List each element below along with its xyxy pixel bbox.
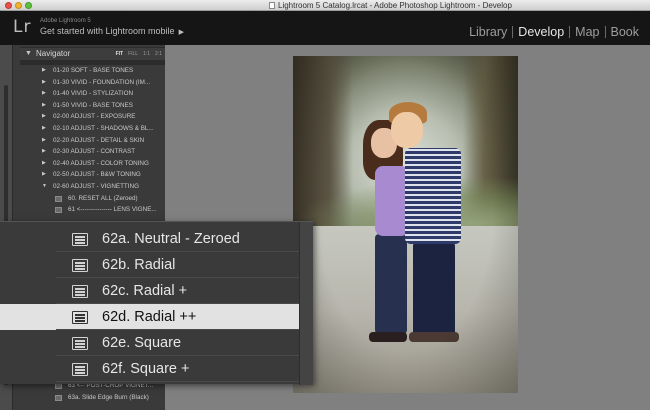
navigator-zoom-options: FIT FILL 1:1 2:1 — [116, 51, 162, 57]
collapsed-triangle-icon[interactable]: ▶ — [42, 102, 46, 108]
row-divider — [56, 381, 299, 382]
zoomed-preset-label: 62b. Radial — [102, 257, 176, 273]
collapsed-triangle-icon[interactable]: ▶ — [42, 79, 46, 85]
collapsed-triangle-icon[interactable]: ▶ — [42, 160, 46, 166]
preset-folder[interactable]: ▶ 02-40 ADJUST - COLOR TONING — [20, 158, 162, 170]
preset-label: 61 <--------------- LENS VIGNE... — [68, 206, 157, 214]
module-library[interactable]: Library — [464, 25, 512, 39]
navigator-zoom-fill[interactable]: FILL — [128, 51, 138, 57]
collapsed-triangle-icon[interactable]: ▶ — [42, 137, 46, 143]
preset-label: 02-20 ADJUST - DETAIL & SKIN — [53, 136, 145, 144]
preset-folder[interactable]: ▶ 01-50 VIVID - BASE TONES — [20, 100, 162, 112]
preset-folder[interactable]: ▶ 01-40 VIVID - STYLIZATION — [20, 88, 162, 100]
preset-folder[interactable]: ▶ 01-20 SOFT - BASE TONES — [20, 65, 162, 77]
mac-title-bar: Lightroom 5 Catalog.lrcat - Adobe Photos… — [0, 0, 650, 11]
preset-folder[interactable]: ▶ 02-50 ADJUST - B&W TONING — [20, 169, 162, 181]
module-picker: Library Develop Map Book — [464, 24, 644, 40]
preset-label: 02-30 ADJUST - CONTRAST — [53, 148, 136, 156]
window-title: Lightroom 5 Catalog.lrcat - Adobe Photos… — [278, 1, 512, 10]
collapsed-triangle-icon[interactable]: ▶ — [42, 113, 46, 119]
zoomed-preset-label: 62f. Square + — [102, 361, 190, 377]
preset-label: 02-10 ADJUST - SHADOWS & BL... — [53, 124, 154, 132]
preset-label: 02-60 ADJUST - VIGNETTING — [53, 182, 139, 190]
expanded-triangle-icon[interactable]: ▼ — [42, 183, 47, 189]
presets-list: ▶ 01-20 SOFT - BASE TONES ▶ 01-30 VIVID - F… — [20, 65, 162, 216]
navigator-zoom-1-1[interactable]: 1:1 — [143, 51, 150, 57]
zoomed-preset-item[interactable]: 62f. Square + — [0, 356, 299, 382]
zoomed-preset-item[interactable]: 62d. Radial ++ — [0, 304, 299, 330]
app-version-label: Adobe Lightroom 5 — [40, 18, 91, 24]
preset-item[interactable]: 61 <--------------- LENS VIGNE... — [20, 204, 162, 216]
preset-folder[interactable]: ▶ 02-00 ADJUST - EXPOSURE — [20, 111, 162, 123]
document-icon — [269, 2, 275, 9]
zoomed-preset-item[interactable]: 62b. Radial — [0, 252, 299, 278]
preset-list-icon — [72, 233, 88, 246]
close-window-button[interactable] — [5, 2, 12, 9]
preset-label: 02-40 ADJUST - COLOR TONING — [53, 159, 149, 167]
preset-icon — [55, 195, 62, 202]
preset-label: 60. RESET ALL (Zeroed) — [68, 194, 138, 202]
zoomed-preset-label: 62d. Radial ++ — [102, 309, 197, 325]
preset-list-icon — [72, 363, 88, 376]
photo-vignette — [293, 56, 518, 393]
zoomed-preset-label: 62a. Neutral - Zeroed — [102, 231, 240, 247]
collapsed-triangle-icon[interactable]: ▶ — [42, 171, 46, 177]
photo-preview[interactable] — [293, 56, 518, 393]
collapse-triangle-icon[interactable]: ▼ — [25, 50, 32, 57]
preset-label: 01-40 VIVID - STYLIZATION — [53, 90, 134, 98]
lightroom-logo: Lr — [13, 17, 32, 37]
preset-label: 02-00 ADJUST - EXPOSURE — [53, 113, 136, 121]
navigator-title: Navigator — [36, 49, 71, 58]
collapsed-triangle-icon[interactable]: ▶ — [42, 148, 46, 154]
zoomed-preset-item[interactable]: 62c. Radial + — [0, 278, 299, 304]
preset-folder[interactable]: ▼ 02-60 ADJUST - VIGNETTING — [20, 181, 162, 193]
zoomed-preset-label: 62c. Radial + — [102, 283, 188, 299]
zoomed-presets-callout: 62a. Neutral - Zeroed 62b. Radial 62c. Rad… — [0, 221, 313, 385]
preset-icon — [55, 394, 62, 401]
zoomed-preset-label: 62e. Square — [102, 335, 182, 351]
preset-label: 63a. Slide Edge Burn (Black) — [68, 393, 149, 401]
preset-folder[interactable]: ▶ 02-20 ADJUST - DETAIL & SKIN — [20, 135, 162, 147]
module-develop[interactable]: Develop — [513, 25, 569, 39]
identity-plate: Lr Adobe Lightroom 5 Get started with Li… — [0, 11, 650, 45]
module-book[interactable]: Book — [606, 25, 645, 39]
preset-label: 01-20 SOFT - BASE TONES — [53, 67, 134, 74]
preset-folder[interactable]: ▶ 02-30 ADJUST - CONTRAST — [20, 146, 162, 158]
preset-list-icon — [72, 285, 88, 298]
navigator-header[interactable]: ▼ Navigator FIT FILL 1:1 2:1 — [20, 47, 165, 61]
lightroom-window: Lightroom 5 Catalog.lrcat - Adobe Photos… — [0, 0, 650, 410]
minimize-window-button[interactable] — [15, 2, 22, 9]
mobile-promo-link[interactable]: Get started with Lightroom mobile ▶ — [40, 26, 184, 36]
preset-folder[interactable]: ▶ 01-30 VIVID - FOUNDATION (IM... — [20, 77, 162, 89]
collapsed-triangle-icon[interactable]: ▶ — [42, 125, 46, 131]
zoomed-preset-item[interactable]: 62e. Square — [0, 330, 299, 356]
preset-label: 01-50 VIVID - BASE TONES — [53, 101, 133, 109]
preset-label: 02-50 ADJUST - B&W TONING — [53, 171, 141, 179]
mobile-promo-label: Get started with Lightroom mobile — [40, 26, 175, 36]
preset-list-icon — [72, 259, 88, 272]
play-triangle-icon: ▶ — [178, 29, 184, 36]
navigator-zoom-2-1[interactable]: 2:1 — [155, 51, 162, 57]
navigator-zoom-fit[interactable]: FIT — [116, 51, 124, 57]
preset-item[interactable]: 60. RESET ALL (Zeroed) — [20, 193, 162, 205]
preset-folder[interactable]: ▶ 02-10 ADJUST - SHADOWS & BL... — [20, 123, 162, 135]
preset-label: 01-30 VIVID - FOUNDATION (IM... — [53, 78, 151, 86]
preset-list-icon — [72, 337, 88, 350]
collapsed-triangle-icon[interactable]: ▶ — [42, 90, 46, 96]
collapsed-triangle-icon[interactable]: ▶ — [42, 67, 46, 73]
preset-list-icon — [72, 311, 88, 324]
zoom-window-button[interactable] — [25, 2, 32, 9]
preset-icon — [55, 207, 62, 214]
zoomed-preset-item[interactable]: 62a. Neutral - Zeroed — [0, 226, 299, 252]
module-map[interactable]: Map — [570, 25, 604, 39]
callout-scroll-rail — [299, 222, 313, 385]
preset-item[interactable]: 63a. Slide Edge Burn (Black) — [20, 392, 162, 404]
